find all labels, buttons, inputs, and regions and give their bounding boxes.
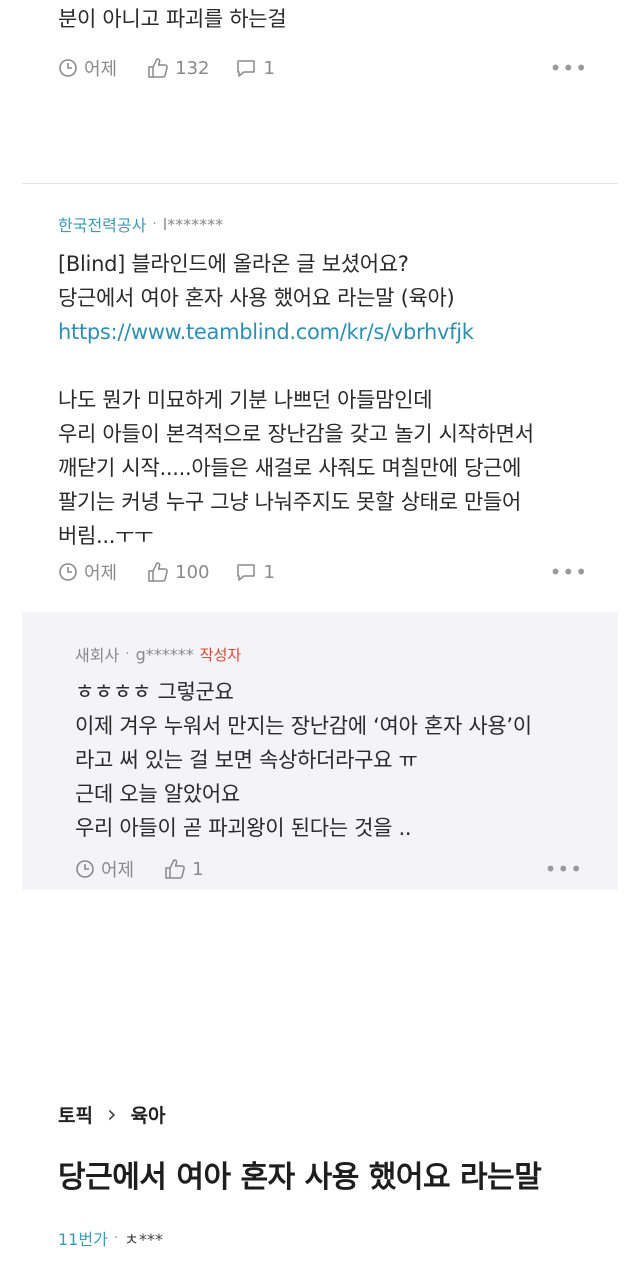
- separator: ·: [113, 1230, 119, 1246]
- like-button[interactable]: 100: [147, 561, 209, 583]
- clock-icon: [58, 562, 78, 582]
- reply-button[interactable]: 1: [235, 57, 275, 79]
- comment-meta: 어제 132 1 •••: [58, 54, 588, 82]
- breadcrumb-category[interactable]: 육아: [131, 1101, 166, 1128]
- comment-text: 분이 아니고 파괴를 하는걸: [58, 7, 287, 31]
- thumbs-up-icon: [147, 57, 169, 79]
- separator: ·: [125, 646, 130, 662]
- text-line: 이제 겨우 누워서 만지는 장난감에 ‘여아 혼자 사용’이: [75, 714, 532, 738]
- reply-count: 1: [263, 57, 275, 79]
- user-name: l*******: [162, 214, 224, 234]
- company-name[interactable]: 새회사: [75, 642, 119, 666]
- text-line: 우리 아들이 곧 파괴왕이 된다는 것을 ..: [75, 816, 412, 840]
- text-line: 깨닫기 시작.....아들은 새걸로 사줘도 며칠만에 당근에: [58, 456, 522, 480]
- text-line: 팔기는 커녕 누구 그냥 나눠주지도 못할 상태로 만들어: [58, 490, 522, 514]
- text-line: 나도 뭔가 미묘하게 기분 나쁘던 아들맘인데: [58, 388, 433, 412]
- like-button[interactable]: 1: [164, 858, 204, 880]
- clock-icon: [58, 58, 78, 78]
- external-link[interactable]: https://www.teamblind.com/kr/s/vbrhvfjk: [58, 315, 534, 349]
- user-name: g******: [135, 644, 194, 664]
- author-badge: 작성자: [199, 645, 242, 664]
- clock-icon: [75, 859, 95, 879]
- more-icon[interactable]: •••: [550, 56, 588, 80]
- chevron-right-icon: ›: [106, 1100, 117, 1128]
- text-line: 근데 오늘 알았어요: [75, 782, 240, 806]
- reply-meta: 어제 1 •••: [75, 855, 583, 883]
- thumbs-up-icon: [164, 858, 186, 880]
- user-name: ㅊ***: [124, 1230, 163, 1249]
- more-icon[interactable]: •••: [545, 857, 583, 881]
- comment-body: [Blind] 블라인드에 올라온 글 보셨어요? 당근에서 여아 혼자 사용 …: [58, 247, 534, 553]
- like-count: 100: [175, 561, 210, 583]
- like-count: 1: [192, 858, 204, 880]
- comment-time: 어제: [84, 563, 118, 584]
- breadcrumb-topic[interactable]: 토픽: [58, 1101, 93, 1128]
- thumbs-up-icon: [147, 561, 169, 583]
- reply-author: 새회사 · g****** 작성자: [75, 642, 241, 666]
- post-title: 당근에서 여아 혼자 사용 했어요 라는말: [58, 1160, 542, 1195]
- text-line: 버림...ㅜㅜ: [58, 524, 154, 548]
- comment-author: 한국전력공사 · l*******: [58, 212, 223, 236]
- separator: ·: [152, 216, 157, 232]
- text-line: 당근에서 여아 혼자 사용 했어요 라는말 (육아): [58, 286, 455, 310]
- text-line: [Blind] 블라인드에 올라온 글 보셨어요?: [58, 252, 409, 276]
- post-author: 11번가 · ㅊ***: [58, 1226, 163, 1250]
- company-name[interactable]: 11번가: [58, 1226, 108, 1250]
- breadcrumb: 토픽 › 육아: [58, 1100, 166, 1128]
- text-line: 라고 써 있는 걸 보면 속상하더라구요 ㅠ: [75, 748, 418, 772]
- more-icon[interactable]: •••: [550, 560, 588, 584]
- reply-button[interactable]: 1: [235, 561, 275, 583]
- comment-meta: 어제 100 1 •••: [58, 558, 588, 586]
- divider: [22, 183, 618, 184]
- comment-time: 어제: [84, 59, 118, 80]
- comment-icon: [235, 561, 257, 583]
- comment-icon: [235, 57, 257, 79]
- text-line: ㅎㅎㅎㅎ 그렇군요: [75, 680, 234, 704]
- reply-body: ㅎㅎㅎㅎ 그렇군요 이제 겨우 누워서 만지는 장난감에 ‘여아 혼자 사용’이…: [75, 675, 532, 845]
- text-line: 우리 아들이 본격적으로 장난감을 갖고 놀기 시작하면서: [58, 422, 534, 446]
- like-button[interactable]: 132: [147, 57, 209, 79]
- reply-time: 어제: [101, 860, 135, 881]
- reply-count: 1: [263, 561, 275, 583]
- like-count: 132: [175, 57, 210, 79]
- company-name[interactable]: 한국전력공사: [58, 212, 146, 236]
